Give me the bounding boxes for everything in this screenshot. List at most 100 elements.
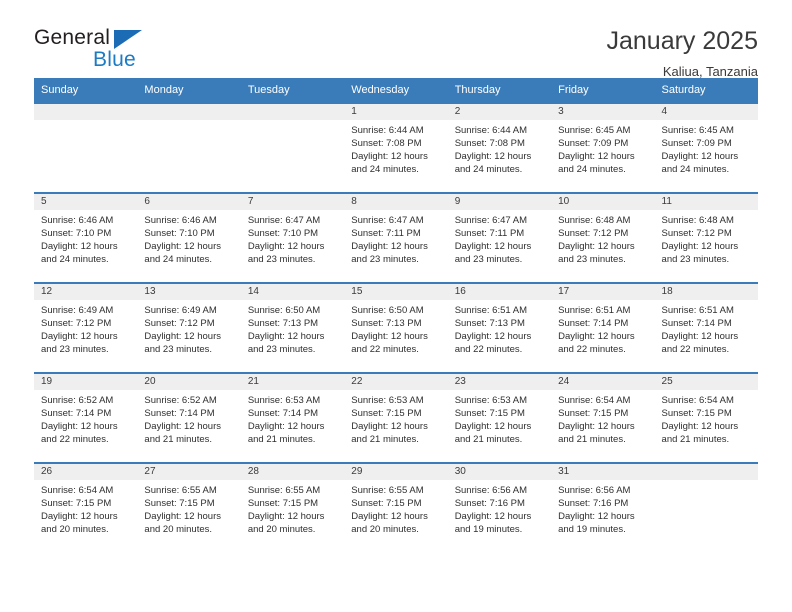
day-cell[interactable]: 8 Sunrise: 6:47 AM Sunset: 7:11 PM Dayli… [344, 193, 448, 282]
day-cell[interactable]: 13 Sunrise: 6:49 AM Sunset: 7:12 PM Dayl… [137, 283, 241, 372]
day-number: 5 [34, 193, 138, 210]
sunrise-text: Sunrise: 6:52 AM [144, 394, 217, 406]
day-cell[interactable]: 1 Sunrise: 6:44 AM Sunset: 7:08 PM Dayli… [344, 103, 448, 192]
daylight-line-1: Daylight: 12 hours [247, 511, 325, 523]
day-details: Sunrise: 6:49 AM Sunset: 7:12 PM Dayligh… [137, 300, 240, 357]
day-number: 25 [654, 373, 758, 390]
daylight-line-1: Daylight: 12 hours [247, 241, 325, 253]
day-cell[interactable]: 15 Sunrise: 6:50 AM Sunset: 7:13 PM Dayl… [344, 283, 448, 372]
sunrise-text: Sunrise: 6:44 AM [351, 124, 424, 136]
sunrise-text: Sunrise: 6:54 AM [558, 394, 631, 406]
day-cell[interactable]: 5 Sunrise: 6:46 AM Sunset: 7:10 PM Dayli… [34, 193, 138, 282]
day-cell[interactable]: 29 Sunrise: 6:55 AM Sunset: 7:15 PM Dayl… [344, 463, 448, 552]
masthead: General Blue January 2025 Kaliua, Tanzan… [0, 0, 792, 79]
day-cell[interactable]: 11 Sunrise: 6:48 AM Sunset: 7:12 PM Dayl… [654, 193, 758, 282]
day-details: Sunrise: 6:50 AM Sunset: 7:13 PM Dayligh… [241, 300, 344, 357]
day-cell[interactable]: 7 Sunrise: 6:47 AM Sunset: 7:10 PM Dayli… [240, 193, 345, 282]
day-cell[interactable]: 9 Sunrise: 6:47 AM Sunset: 7:11 PM Dayli… [447, 193, 552, 282]
day-details: Sunrise: 6:53 AM Sunset: 7:14 PM Dayligh… [241, 390, 344, 447]
sunset-text: Sunset: 7:11 PM [454, 227, 525, 239]
day-cell[interactable]: 14 Sunrise: 6:50 AM Sunset: 7:13 PM Dayl… [240, 283, 345, 372]
generalblue-logo[interactable]: General Blue [34, 26, 174, 78]
daylight-line-1: Daylight: 12 hours [661, 151, 739, 163]
sunset-text: Sunset: 7:15 PM [351, 497, 422, 509]
day-cell[interactable]: 22 Sunrise: 6:53 AM Sunset: 7:15 PM Dayl… [344, 373, 448, 462]
day-cell[interactable]: 28 Sunrise: 6:55 AM Sunset: 7:15 PM Dayl… [240, 463, 345, 552]
day-cell[interactable]: 4 Sunrise: 6:45 AM Sunset: 7:09 PM Dayli… [654, 103, 758, 192]
daylight-line-1: Daylight: 12 hours [351, 331, 428, 343]
day-details: Sunrise: 6:54 AM Sunset: 7:15 PM Dayligh… [551, 390, 654, 447]
day-cell[interactable]: 31 Sunrise: 6:56 AM Sunset: 7:16 PM Dayl… [551, 463, 655, 552]
day-cell[interactable]: 25 Sunrise: 6:54 AM Sunset: 7:15 PM Dayl… [654, 373, 758, 462]
day-cell[interactable]: 10 Sunrise: 6:48 AM Sunset: 7:12 PM Dayl… [551, 193, 655, 282]
daylight-line-2: and 19 minutes. [558, 524, 626, 536]
daylight-line-1: Daylight: 12 hours [454, 421, 532, 433]
day-number: 27 [137, 463, 241, 480]
logo-triangle-icon [114, 30, 142, 49]
day-number: 22 [344, 373, 448, 390]
day-cell [240, 103, 345, 192]
daylight-line-2: and 21 minutes. [247, 434, 316, 446]
sunset-text: Sunset: 7:12 PM [41, 317, 112, 329]
daylight-line-1: Daylight: 12 hours [247, 421, 325, 433]
week-row: 1 Sunrise: 6:44 AM Sunset: 7:08 PM Dayli… [34, 103, 758, 192]
day-cell[interactable]: 27 Sunrise: 6:55 AM Sunset: 7:15 PM Dayl… [137, 463, 241, 552]
sunset-text: Sunset: 7:10 PM [144, 227, 215, 239]
day-number: 31 [551, 463, 655, 480]
day-details: Sunrise: 6:56 AM Sunset: 7:16 PM Dayligh… [448, 480, 551, 537]
sunrise-text: Sunrise: 6:46 AM [41, 214, 114, 226]
sunset-text: Sunset: 7:13 PM [351, 317, 422, 329]
day-cell [654, 463, 758, 552]
daylight-line-1: Daylight: 12 hours [247, 331, 325, 343]
weekday-monday: Monday [144, 84, 184, 96]
daylight-line-2: and 23 minutes. [144, 344, 213, 356]
day-cell[interactable]: 20 Sunrise: 6:52 AM Sunset: 7:14 PM Dayl… [137, 373, 241, 462]
sunset-text: Sunset: 7:12 PM [558, 227, 629, 239]
day-number: 30 [447, 463, 552, 480]
sunset-text: Sunset: 7:09 PM [558, 137, 629, 149]
day-cell[interactable]: 16 Sunrise: 6:51 AM Sunset: 7:13 PM Dayl… [447, 283, 552, 372]
sunrise-text: Sunrise: 6:55 AM [247, 484, 321, 496]
day-number: 8 [344, 193, 448, 210]
day-cell[interactable]: 2 Sunrise: 6:44 AM Sunset: 7:08 PM Dayli… [447, 103, 552, 192]
day-cell[interactable]: 18 Sunrise: 6:51 AM Sunset: 7:14 PM Dayl… [654, 283, 758, 372]
daylight-line-1: Daylight: 12 hours [558, 511, 635, 523]
daylight-line-2: and 21 minutes. [351, 434, 419, 446]
daylight-line-2: and 24 minutes. [454, 164, 523, 176]
sunset-text: Sunset: 7:09 PM [661, 137, 732, 149]
day-details: Sunrise: 6:46 AM Sunset: 7:10 PM Dayligh… [34, 210, 137, 267]
sunrise-text: Sunrise: 6:55 AM [144, 484, 217, 496]
day-cell[interactable]: 6 Sunrise: 6:46 AM Sunset: 7:10 PM Dayli… [137, 193, 241, 282]
day-cell [137, 103, 241, 192]
day-cell[interactable]: 3 Sunrise: 6:45 AM Sunset: 7:09 PM Dayli… [551, 103, 655, 192]
daylight-line-1: Daylight: 12 hours [558, 421, 635, 433]
sunset-text: Sunset: 7:15 PM [351, 407, 422, 419]
day-cell[interactable]: 17 Sunrise: 6:51 AM Sunset: 7:14 PM Dayl… [551, 283, 655, 372]
day-details: Sunrise: 6:51 AM Sunset: 7:13 PM Dayligh… [448, 300, 551, 357]
day-cell[interactable]: 26 Sunrise: 6:54 AM Sunset: 7:15 PM Dayl… [34, 463, 138, 552]
page-title: January 2025 [606, 27, 758, 55]
day-cell[interactable]: 30 Sunrise: 6:56 AM Sunset: 7:16 PM Dayl… [447, 463, 552, 552]
day-cell[interactable]: 12 Sunrise: 6:49 AM Sunset: 7:12 PM Dayl… [34, 283, 138, 372]
day-cell[interactable]: 24 Sunrise: 6:54 AM Sunset: 7:15 PM Dayl… [551, 373, 655, 462]
day-cell[interactable]: 23 Sunrise: 6:53 AM Sunset: 7:15 PM Dayl… [447, 373, 552, 462]
day-number: 1 [344, 103, 448, 120]
sunset-text: Sunset: 7:16 PM [558, 497, 629, 509]
daylight-line-2: and 24 minutes. [144, 254, 213, 266]
sunrise-text: Sunrise: 6:48 AM [558, 214, 631, 226]
sunrise-text: Sunrise: 6:47 AM [247, 214, 321, 226]
sunrise-text: Sunrise: 6:49 AM [144, 304, 217, 316]
week-row: 5 Sunrise: 6:46 AM Sunset: 7:10 PM Dayli… [34, 191, 758, 282]
day-details: Sunrise: 6:53 AM Sunset: 7:15 PM Dayligh… [448, 390, 551, 447]
logo-text-blue: Blue [93, 48, 136, 71]
sunset-text: Sunset: 7:15 PM [661, 407, 732, 419]
day-number: 24 [551, 373, 655, 390]
day-details: Sunrise: 6:50 AM Sunset: 7:13 PM Dayligh… [344, 300, 447, 357]
sunset-text: Sunset: 7:15 PM [454, 407, 525, 419]
day-cell [34, 103, 138, 192]
day-cell[interactable]: 19 Sunrise: 6:52 AM Sunset: 7:14 PM Dayl… [34, 373, 138, 462]
daylight-line-1: Daylight: 12 hours [41, 241, 118, 253]
week-row: 19 Sunrise: 6:52 AM Sunset: 7:14 PM Dayl… [34, 371, 758, 462]
weekday-saturday: Saturday [661, 84, 706, 96]
day-cell[interactable]: 21 Sunrise: 6:53 AM Sunset: 7:14 PM Dayl… [240, 373, 345, 462]
